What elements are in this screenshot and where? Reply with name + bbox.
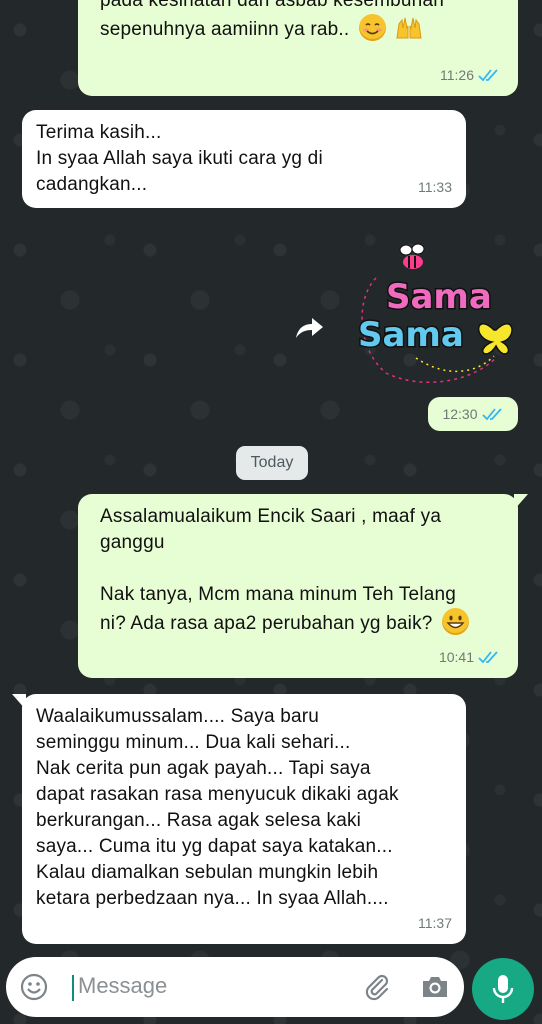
message-text: Terima kasih... In syaa Allah saya ikuti… — [36, 122, 323, 195]
emoji-icon[interactable] — [20, 973, 48, 1001]
message-text: pada kesihatan dan asbab kesembuhan sepe… — [100, 0, 444, 40]
message-meta: 10:41 — [439, 644, 500, 670]
smiling-face-icon — [358, 14, 386, 41]
message-time: 11:33 — [418, 179, 452, 195]
message-bubble-incoming[interactable]: Waalaikumussalam.... Saya baru seminggu … — [12, 694, 466, 944]
microphone-icon — [492, 975, 514, 1003]
message-text: Assalamualaikum Encik Saari , maaf ya ga… — [100, 506, 457, 634]
text-cursor — [72, 975, 74, 1001]
camera-icon[interactable] — [420, 973, 450, 1001]
voice-record-button[interactable] — [472, 958, 534, 1020]
message-meta: 11:33 — [418, 174, 452, 200]
double-check-read-icon — [478, 651, 498, 664]
sticker-text-line1: Sama — [386, 277, 492, 317]
message-composer: Message — [6, 957, 464, 1017]
double-check-read-icon — [481, 408, 502, 421]
butterfly-icon — [477, 323, 513, 355]
message-meta: 11:37 — [418, 910, 452, 936]
paperclip-icon[interactable] — [362, 972, 392, 1002]
message-input[interactable]: Message — [78, 973, 167, 999]
message-bubble-outgoing[interactable]: pada kesihatan dan asbab kesembuhan sepe… — [78, 0, 518, 96]
date-divider-label: Today — [250, 454, 294, 471]
message-time: 11:37 — [418, 915, 452, 931]
double-check-read-icon — [478, 69, 498, 82]
grinning-face-icon — [441, 608, 469, 635]
sticker-text-line2: Sama — [358, 315, 464, 355]
date-divider: Today — [236, 446, 308, 480]
bee-icon — [399, 243, 425, 269]
sama-sama-sticker[interactable]: Sama Sama — [346, 238, 516, 388]
forward-icon[interactable] — [292, 312, 326, 342]
message-time: 10:41 — [438, 649, 474, 665]
raising-hands-icon — [395, 14, 422, 41]
message-bubble-incoming[interactable]: Terima kasih... In syaa Allah saya ikuti… — [22, 110, 466, 208]
message-time: 12:30 — [442, 406, 478, 422]
message-time: 11:26 — [440, 67, 474, 83]
message-bubble-outgoing[interactable]: Assalamualaikum Encik Saari , maaf ya ga… — [78, 494, 528, 678]
bubble-tail — [514, 494, 528, 510]
sticker-time-chip: 12:30 — [428, 397, 518, 431]
message-text: Waalaikumussalam.... Saya baru seminggu … — [36, 706, 399, 909]
bubble-tail — [12, 694, 26, 710]
message-meta: 11:26 — [440, 62, 500, 88]
